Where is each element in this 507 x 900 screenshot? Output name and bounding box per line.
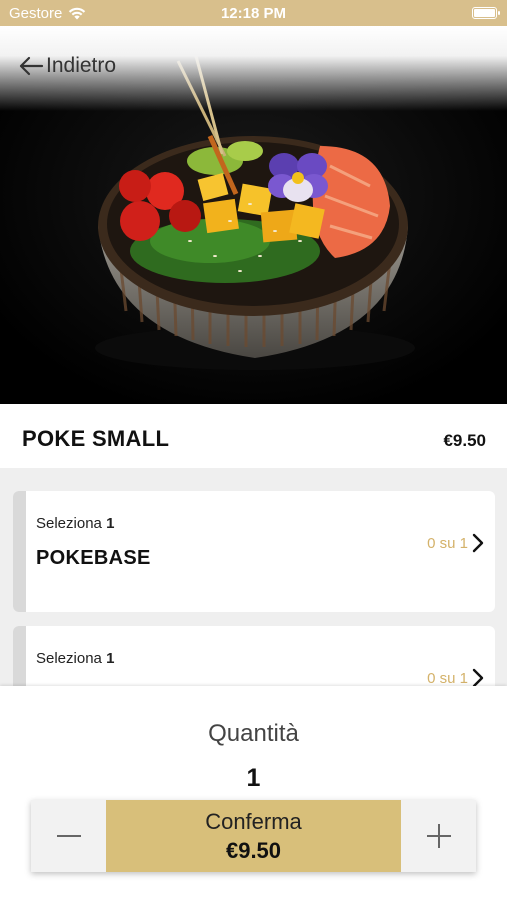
- action-bar: Conferma €9.50: [31, 800, 476, 872]
- minus-icon: [56, 835, 81, 837]
- option-requirement: Seleziona 1: [36, 650, 114, 667]
- arrow-left-icon: [19, 56, 44, 76]
- option-progress: 0 su 1: [427, 670, 468, 687]
- order-panel: Quantità 1 Conferma €9.50: [0, 686, 507, 900]
- quantity-label: Quantità: [208, 720, 299, 747]
- quantity-value: 1: [246, 764, 261, 792]
- option-progress: 0 su 1: [427, 535, 468, 552]
- status-bar: Gestore 12:18 PM: [0, 0, 507, 26]
- option-card-pokebase[interactable]: Seleziona 1 POKEBASE 0 su 1: [13, 491, 495, 612]
- confirm-label: Conferma: [205, 808, 302, 834]
- decrease-button[interactable]: [31, 800, 106, 872]
- product-header: POKE SMALL €9.50: [0, 404, 507, 468]
- select-prefix: Seleziona: [36, 650, 102, 667]
- option-requirement: Seleziona 1: [36, 515, 114, 532]
- back-button[interactable]: Indietro: [18, 54, 116, 78]
- increase-button[interactable]: [401, 800, 476, 872]
- product-price: €9.50: [443, 431, 486, 450]
- confirm-button[interactable]: Conferma €9.50: [106, 800, 401, 872]
- select-count: 1: [106, 650, 115, 667]
- back-label: Indietro: [46, 54, 117, 77]
- confirm-price: €9.50: [225, 837, 282, 863]
- plus-icon: [426, 824, 451, 848]
- select-count: 1: [106, 515, 115, 532]
- option-title: POKEBASE: [36, 547, 151, 569]
- battery-icon: [472, 7, 500, 19]
- product-image: Indietro: [0, 26, 507, 404]
- chevron-right-icon: [472, 533, 484, 553]
- select-prefix: Seleziona: [36, 515, 102, 532]
- product-name: POKE SMALL: [22, 426, 170, 451]
- option-accent: [13, 491, 26, 612]
- clock: 12:18 PM: [220, 5, 287, 22]
